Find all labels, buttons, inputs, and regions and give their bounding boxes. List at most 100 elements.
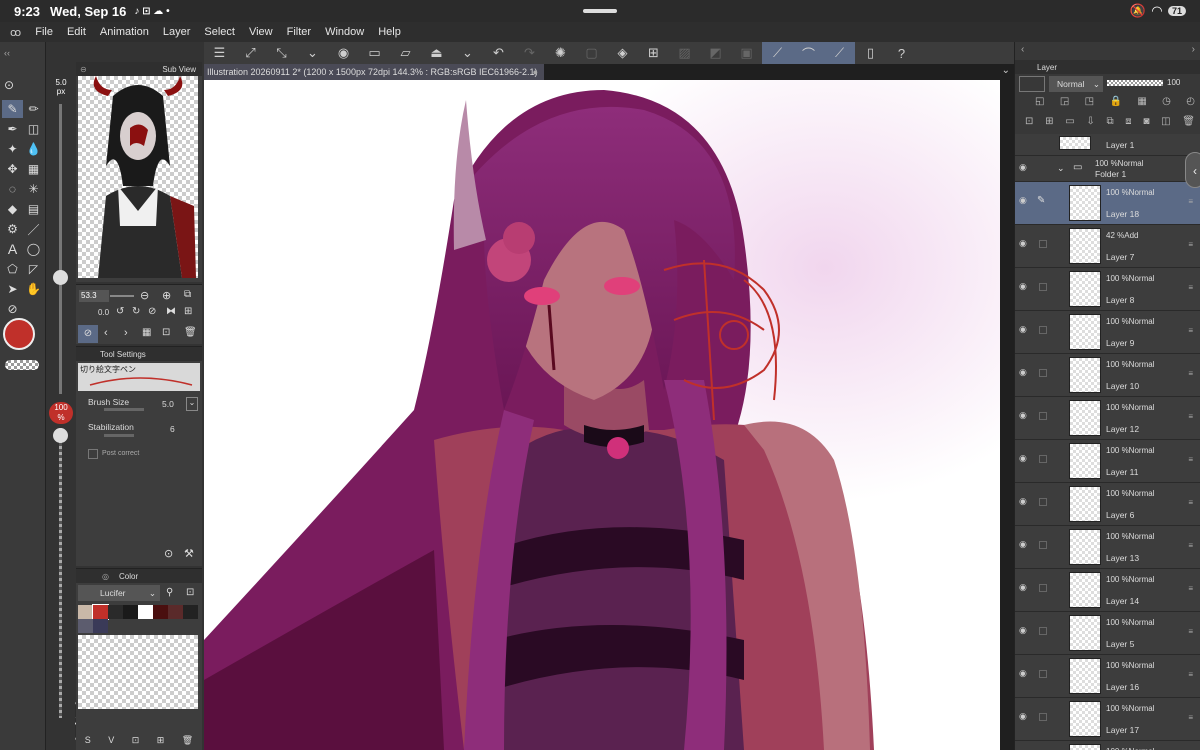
- layer-row[interactable]: ◉ ✎ 100 %Normal Layer 18 ≡: [1015, 182, 1200, 225]
- eye-icon[interactable]: ◉: [1019, 453, 1029, 463]
- stabilization-bar[interactable]: [104, 434, 134, 437]
- delete-layer-icon[interactable]: 🗑: [1182, 116, 1195, 127]
- layer-menu-icon[interactable]: ≡: [1188, 412, 1193, 421]
- copy-icon[interactable]: ⧈: [1125, 116, 1131, 127]
- layer-menu-icon[interactable]: ≡: [1188, 541, 1193, 550]
- undo-icon[interactable]: ↶: [483, 42, 514, 64]
- delete-image-icon[interactable]: 🗑: [184, 327, 197, 338]
- mask-icon[interactable]: ◷: [1162, 96, 1171, 107]
- collapse-right-icon[interactable]: ›: [1192, 44, 1195, 58]
- merge-icon[interactable]: ⧉: [1106, 116, 1113, 127]
- export-icon[interactable]: ⏏: [421, 42, 452, 64]
- help-icon[interactable]: ?: [886, 42, 917, 64]
- zoom-in-icon[interactable]: ⊕: [162, 289, 171, 302]
- layer-checkbox[interactable]: [1039, 369, 1047, 377]
- color-swatch[interactable]: [153, 605, 168, 619]
- brush-size-setting[interactable]: 5.0: [162, 399, 174, 409]
- canvas-area[interactable]: Illustration 20260911 2* (1200 x 1500px …: [204, 64, 1014, 750]
- layer-row[interactable]: ◉ 42 %Add Layer 7 ≡: [1015, 225, 1200, 268]
- color-swatch[interactable]: [92, 604, 109, 620]
- blend-mode-select[interactable]: Normal ⌄: [1049, 76, 1103, 92]
- ruler-tool-icon[interactable]: ◸: [23, 260, 44, 278]
- color-set-select[interactable]: Lucifer ⌄: [78, 585, 160, 601]
- menu-select[interactable]: Select: [204, 26, 235, 38]
- lock-alpha-icon[interactable]: ▦: [1137, 96, 1146, 107]
- eye-icon[interactable]: ◉: [1019, 410, 1029, 420]
- menu-filter[interactable]: Filter: [287, 26, 311, 38]
- panel-toggle-icon[interactable]: ‹: [1185, 152, 1200, 188]
- sub-view-title[interactable]: Sub View: [162, 65, 196, 74]
- eye-icon[interactable]: ◉: [1019, 162, 1029, 172]
- new-raster-icon[interactable]: ⊡: [1025, 116, 1033, 127]
- set-icon[interactable]: S: [85, 735, 91, 746]
- brush-snap-icon[interactable]: ⌒: [793, 42, 824, 64]
- text-tool-icon[interactable]: A: [2, 240, 23, 258]
- document-tab[interactable]: Illustration 20260911 2* (1200 x 1500px …: [204, 64, 544, 80]
- ruler-icon[interactable]: ◴: [1186, 96, 1195, 107]
- prev-image-icon[interactable]: ‹: [104, 327, 108, 339]
- blend-tool-icon[interactable]: 💧: [23, 140, 44, 158]
- layer-menu-icon[interactable]: ≡: [1188, 197, 1193, 206]
- fill-tool-icon[interactable]: ◆: [2, 200, 23, 218]
- flip-vertical-icon[interactable]: ⊞: [184, 306, 192, 317]
- color-swatch[interactable]: [183, 605, 198, 619]
- eye-icon[interactable]: ◉: [1019, 367, 1029, 377]
- color-tab[interactable]: Color: [119, 572, 138, 581]
- stabilization-value[interactable]: 6: [170, 424, 175, 434]
- eye-icon[interactable]: ◉: [1019, 496, 1029, 506]
- empty-swatch-area[interactable]: [78, 635, 198, 709]
- transform-icon[interactable]: ⤡: [266, 42, 297, 64]
- collapse-left-icon[interactable]: ‹: [1021, 44, 1024, 58]
- rotate-right-icon[interactable]: ↻: [132, 306, 140, 317]
- brush-size-bar[interactable]: [104, 408, 144, 411]
- layer-color-button[interactable]: [1019, 76, 1045, 92]
- balloon-tool-icon[interactable]: ◯: [23, 240, 44, 258]
- color-swatch[interactable]: [138, 605, 153, 619]
- next-image-icon[interactable]: ›: [124, 327, 128, 339]
- artwork-canvas[interactable]: [204, 80, 1000, 750]
- deselect-icon[interactable]: ▨: [669, 42, 700, 64]
- layer-menu-icon[interactable]: ≡: [1188, 283, 1193, 292]
- layer-mask-icon[interactable]: ◙: [1143, 116, 1149, 127]
- spinner-icon[interactable]: ✺: [545, 42, 576, 64]
- eye-icon[interactable]: ◉: [1019, 711, 1029, 721]
- eye-icon[interactable]: ◉: [1019, 625, 1029, 635]
- move-down-icon[interactable]: ⇩: [1086, 116, 1094, 127]
- layer-row[interactable]: ◉ 100 %Normal Layer 9 ≡: [1015, 311, 1200, 354]
- eye-icon[interactable]: ◉: [1019, 195, 1029, 205]
- reset-rotate-icon[interactable]: ⊘: [148, 306, 156, 317]
- brush-size-thumb[interactable]: [53, 270, 68, 285]
- menu-animation[interactable]: Animation: [100, 26, 149, 38]
- layer-menu-icon[interactable]: ≡: [1188, 713, 1193, 722]
- opacity-track[interactable]: [59, 428, 62, 718]
- eye-icon[interactable]: ◉: [1019, 324, 1029, 334]
- layer-row[interactable]: ◉ 100 %Normal Layer 10 ≡: [1015, 354, 1200, 397]
- layer-row[interactable]: ◉ 100 %Normal Layer 8 ≡: [1015, 268, 1200, 311]
- layer-row[interactable]: ◉ 100 %Normal Layer 17 ≡: [1015, 698, 1200, 741]
- collapse-icon[interactable]: ‹‹: [4, 48, 10, 58]
- layer-menu-icon[interactable]: ≡: [1188, 627, 1193, 636]
- ruler-snap-icon[interactable]: ⟋: [762, 42, 793, 64]
- eyedropper-icon[interactable]: ⊘: [78, 325, 98, 343]
- layer-opacity-value[interactable]: 100: [1167, 78, 1180, 87]
- brush-size-track[interactable]: [59, 104, 62, 394]
- line-snap-icon[interactable]: ⟋: [824, 42, 855, 64]
- layer-row[interactable]: ◉ 100 %Normal Layer 6 ≡: [1015, 483, 1200, 526]
- color-wheel-tab-icon[interactable]: ◎: [102, 572, 109, 581]
- settings-icon[interactable]: ⊙: [164, 547, 173, 560]
- close-icon[interactable]: ●: [533, 64, 538, 80]
- brush-tool-icon[interactable]: ✒: [2, 120, 23, 138]
- replace-icon[interactable]: ⊞: [157, 735, 165, 746]
- eye-icon[interactable]: ◉: [1019, 281, 1029, 291]
- wrench-icon[interactable]: ⚒: [184, 547, 194, 560]
- layer-menu-icon[interactable]: ≡: [1188, 584, 1193, 593]
- menu-view[interactable]: View: [249, 26, 273, 38]
- pen-tool-icon[interactable]: ✎: [2, 100, 23, 118]
- operation-tool-icon[interactable]: ⚙: [2, 220, 23, 238]
- transparent-color-swatch[interactable]: [5, 360, 39, 370]
- eye-icon[interactable]: ◉: [1019, 238, 1029, 248]
- layer-checkbox[interactable]: [1039, 627, 1047, 635]
- new-vector-icon[interactable]: ⊞: [1045, 116, 1053, 127]
- eye-icon[interactable]: ◉: [1019, 668, 1029, 678]
- layer-folder-row[interactable]: ◉ ⌄ ▭ 100 %Normal Folder 1: [1015, 156, 1200, 182]
